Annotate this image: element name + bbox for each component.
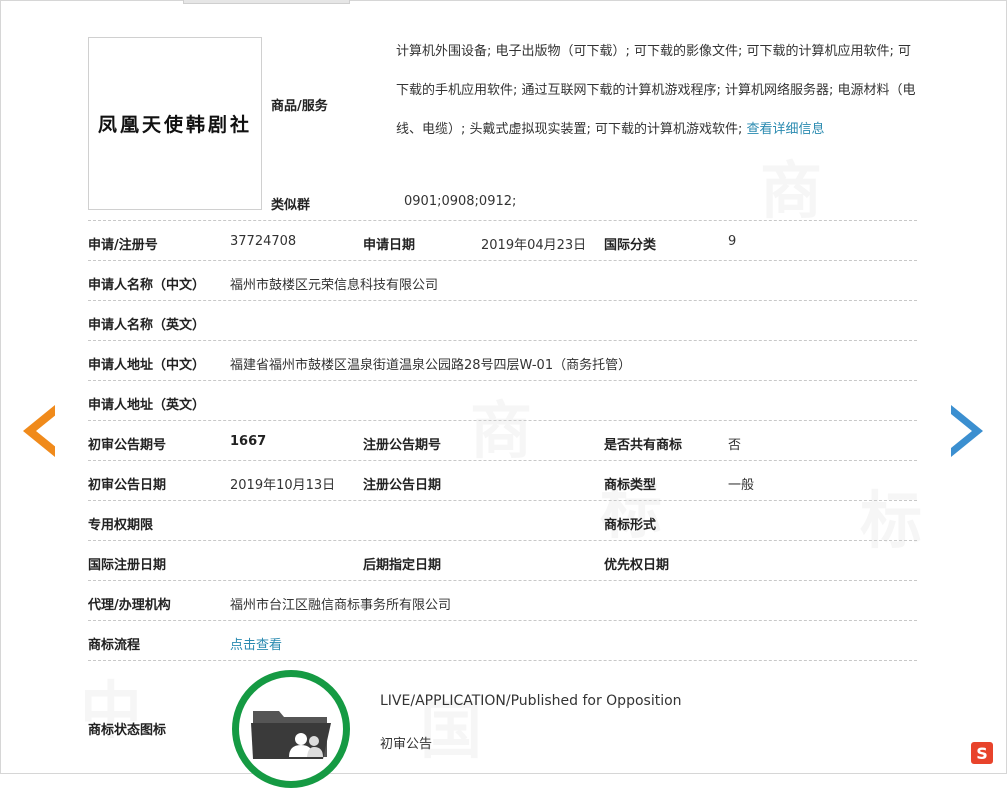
prelim-issue-value: 1667	[230, 434, 267, 449]
divider	[88, 500, 917, 501]
tm-form-label: 商标形式	[604, 518, 657, 533]
view-details-link[interactable]: 查看详细信息	[747, 122, 825, 137]
process-link[interactable]: 点击查看	[230, 634, 282, 653]
agency-label: 代理/办理机构	[88, 598, 171, 613]
divider	[88, 380, 917, 381]
divider	[88, 460, 917, 461]
divider	[88, 300, 917, 301]
intl-reg-date-label: 国际注册日期	[88, 558, 167, 573]
divider	[88, 580, 917, 581]
tm-type-label: 商标类型	[604, 478, 657, 493]
similar-group-value: 0901;0908;0912;	[404, 194, 517, 209]
apply-date-label: 申请日期	[363, 238, 416, 253]
tm-type-value: 一般	[728, 478, 755, 493]
divider	[88, 420, 917, 421]
agency-value: 福州市台江区融信商标事务所有限公司	[230, 598, 452, 613]
priority-date-label: 优先权日期	[604, 558, 670, 573]
divider	[88, 260, 917, 261]
applicant-en-label: 申请人名称（英文）	[88, 318, 206, 333]
reg-issue-label: 注册公告期号	[363, 438, 442, 453]
status-icon	[232, 670, 350, 788]
ime-indicator-icon[interactable]: S	[971, 742, 993, 764]
address-en-label: 申请人地址（英文）	[88, 398, 206, 413]
later-date-label: 后期指定日期	[363, 558, 442, 573]
folder-users-icon	[251, 711, 331, 759]
divider	[88, 620, 917, 621]
divider	[88, 220, 917, 221]
registration-no-value: 37724708	[230, 234, 297, 249]
exclusive-period-label: 专用权期限	[88, 518, 154, 533]
reg-date-label: 注册公告日期	[363, 478, 442, 493]
prev-arrow-inner	[36, 414, 57, 448]
shared-value: 否	[728, 438, 742, 453]
applicant-cn-value: 福州市鼓楼区元荣信息科技有限公司	[230, 278, 439, 293]
goods-services-text: 计算机外围设备; 电子出版物（可下载）; 可下载的影像文件; 可下载的计算机应用…	[396, 32, 921, 149]
status-label: 商标状态图标	[88, 723, 167, 738]
applicant-cn-label: 申请人名称（中文）	[88, 278, 206, 293]
apply-date-value: 2019年04月23日	[481, 238, 587, 253]
browser-tab[interactable]	[183, 0, 350, 4]
trademark-image: 凤凰天使韩剧社	[88, 37, 262, 210]
prelim-date-value: 2019年10月13日	[230, 478, 336, 493]
trademark-logo-text: 凤凰天使韩剧社	[97, 114, 252, 136]
address-cn-value: 福建省福州市鼓楼区温泉街道温泉公园路28号四层W-01（商务托管）	[230, 358, 632, 373]
status-cn: 初审公告	[380, 737, 433, 752]
intl-class-value: 9	[728, 234, 737, 249]
shared-label: 是否共有商标	[604, 438, 683, 453]
divider	[88, 660, 917, 661]
similar-group-label: 类似群	[271, 198, 311, 213]
status-en: LIVE/APPLICATION/Published for Oppositio…	[380, 693, 682, 709]
address-cn-label: 申请人地址（中文）	[88, 358, 206, 373]
divider	[88, 340, 917, 341]
goods-services-value: 计算机外围设备; 电子出版物（可下载）; 可下载的影像文件; 可下载的计算机应用…	[396, 44, 916, 137]
divider	[88, 540, 917, 541]
registration-no-label: 申请/注册号	[88, 238, 158, 253]
next-arrow-inner	[951, 414, 972, 448]
process-label: 商标流程	[88, 638, 141, 653]
intl-class-label: 国际分类	[604, 238, 657, 253]
prelim-date-label: 初审公告日期	[88, 478, 167, 493]
prelim-issue-label: 初审公告期号	[88, 438, 167, 453]
goods-services-label: 商品/服务	[271, 99, 328, 114]
